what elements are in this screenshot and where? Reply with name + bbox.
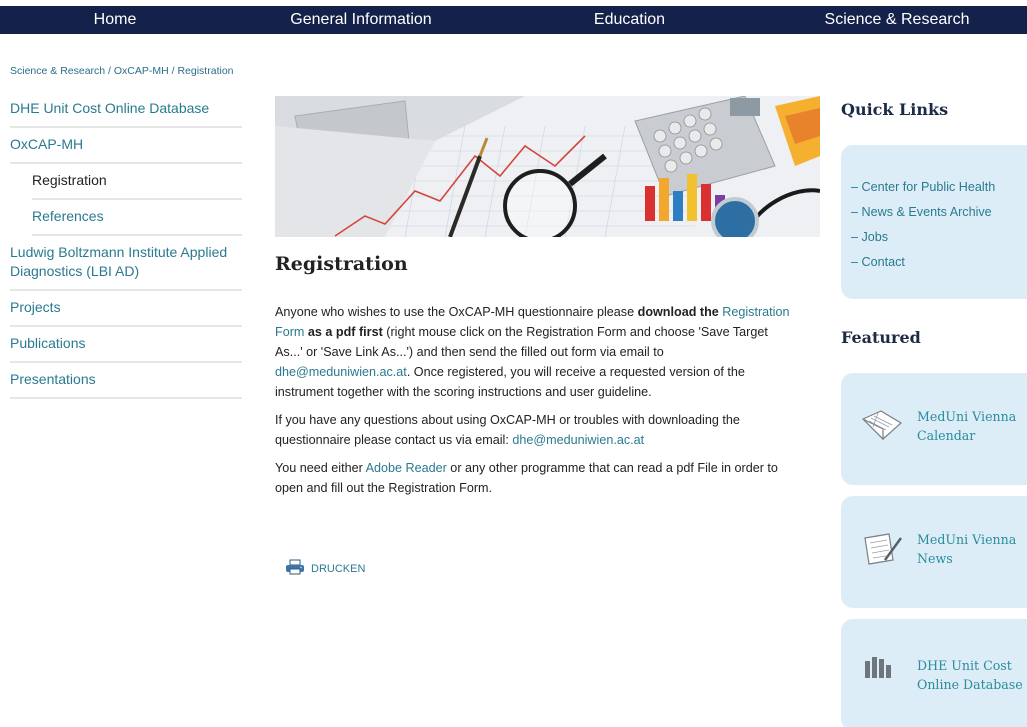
print-label: DRUCKEN	[311, 562, 366, 575]
nav-science-research[interactable]: Science & Research	[767, 6, 1027, 34]
breadcrumb[interactable]: Science & Research / OxCAP-MH / Registra…	[10, 65, 234, 77]
sidebar-item-references[interactable]: References	[32, 200, 242, 236]
p1-bold-2: as a pdf first	[304, 325, 383, 339]
sidebar-item-presentations[interactable]: Presentations	[10, 363, 242, 399]
printer-icon	[285, 559, 305, 578]
featured-calendar-label: MedUni Vienna Calendar	[917, 409, 1017, 443]
top-navigation: Home General Information Education Scien…	[0, 6, 1027, 34]
email-link[interactable]: dhe@meduniwien.ac.at	[275, 365, 407, 379]
featured-news[interactable]: MedUni Vienna News	[841, 496, 1027, 608]
quick-link-jobs[interactable]: – Jobs	[851, 225, 1027, 250]
quick-link-news-events[interactable]: – News & Events Archive	[851, 200, 1027, 225]
news-icon	[859, 530, 905, 569]
sidebar-item-registration[interactable]: Registration	[32, 164, 242, 200]
p3-text-1: You need either	[275, 461, 366, 475]
paragraph-questions: If you have any questions about using Ox…	[275, 410, 795, 450]
nav-education[interactable]: Education	[492, 6, 767, 34]
sidebar-item-oxcap-mh[interactable]: OxCAP-MH	[10, 128, 242, 164]
quick-link-contact[interactable]: – Contact	[851, 250, 1027, 275]
featured-news-label: MedUni Vienna News	[917, 532, 1017, 566]
featured-database[interactable]: DHE Unit Cost Online Database	[841, 619, 1027, 727]
quick-links-box: – Center for Public Health – News & Even…	[841, 145, 1027, 299]
database-icon	[863, 655, 893, 682]
p1-text-1: Anyone who wishes to use the OxCAP-MH qu…	[275, 305, 638, 319]
p2-text: If you have any questions about using Ox…	[275, 413, 740, 447]
contact-email-link[interactable]: dhe@meduniwien.ac.at	[512, 433, 644, 447]
sidebar-nav: DHE Unit Cost Online Database OxCAP-MH R…	[10, 92, 242, 399]
paragraph-adobe: You need either Adobe Reader or any othe…	[275, 458, 795, 498]
main-content: Anyone who wishes to use the OxCAP-MH qu…	[275, 302, 795, 506]
nav-general-information[interactable]: General Information	[230, 6, 492, 34]
sidebar-item-projects[interactable]: Projects	[10, 291, 242, 327]
paragraph-registration: Anyone who wishes to use the OxCAP-MH qu…	[275, 302, 795, 402]
nav-home[interactable]: Home	[0, 6, 230, 34]
calendar-icon	[859, 407, 905, 446]
sidebar-item-publications[interactable]: Publications	[10, 327, 242, 363]
hero-image	[275, 96, 820, 237]
sidebar-item-dhe-unit-cost[interactable]: DHE Unit Cost Online Database	[10, 92, 242, 128]
quick-links-title: Quick Links	[841, 100, 949, 119]
print-button[interactable]: DRUCKEN	[285, 559, 365, 578]
featured-calendar[interactable]: MedUni Vienna Calendar	[841, 373, 1027, 485]
adobe-reader-link[interactable]: Adobe Reader	[366, 461, 447, 475]
sidebar-item-lbi-ad[interactable]: Ludwig Boltzmann Institute Applied Diagn…	[10, 236, 242, 291]
p1-bold-1: download the	[637, 305, 719, 319]
quick-link-center-public-health[interactable]: – Center for Public Health	[851, 175, 1027, 200]
featured-title: Featured	[841, 328, 921, 347]
page-title: Registration	[275, 253, 408, 275]
hero-illustration	[275, 96, 820, 237]
featured-database-label: DHE Unit Cost Online Database	[917, 658, 1023, 692]
